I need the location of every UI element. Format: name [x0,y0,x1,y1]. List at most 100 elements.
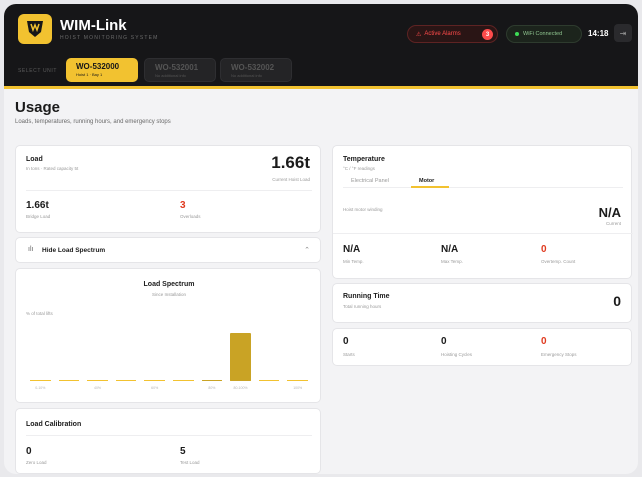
temperature-card: Temperature °C / °F readings Electrical … [332,145,633,279]
app-subtitle: HOIST MONITORING SYSTEM [60,35,159,41]
app-header: WIM-Link HOIST MONITORING SYSTEM ⚠ Activ… [4,4,638,86]
running-time-title: Running Time [343,293,390,300]
divider [333,233,633,234]
counters-card: 0 Starts 0 Hoisting Cycles 0 Emergency S… [332,328,632,366]
alarm-count-badge: 3 [482,29,493,40]
logout-button[interactable]: ⇥ [614,24,632,42]
divider [26,190,312,191]
load-card: Load In tons · Rated capacity 5t 1.66t C… [15,145,321,233]
overtemp-count-value: 0 [541,244,547,255]
test-load-label: Test Load [180,460,200,465]
chart-x-tick: 80-100% [233,386,248,390]
unit-tab-wo-532002[interactable]: WO-532002 No additional info [220,58,292,82]
alarm-label: Active Alarms [424,31,461,37]
running-time-card: Running Time Total running hours 0 [332,283,632,323]
starts-label: Starts [343,352,355,357]
page-title: Usage [15,99,61,116]
chart-bar [201,379,223,381]
load-spectrum-card: Load Spectrum Since Installation % of to… [15,268,321,403]
app-frame: WIM-Link HOIST MONITORING SYSTEM ⚠ Activ… [4,4,638,474]
current-load-value: 1.66t [271,153,310,172]
page-subtitle: Loads, temperatures, running hours, and … [15,119,171,125]
current-temp-value: N/A [598,205,621,220]
running-time-subtitle: Total running hours [343,304,382,309]
shield-logo-icon [27,21,43,37]
chart-bar-baseline [258,380,280,381]
emergency-stops-label: Emergency Stops [541,352,577,357]
chart-x-tick: 60% [151,386,159,390]
overloads-value: 3 [180,200,186,211]
min-temp-label: Min Temp. [343,259,364,264]
hoisting-cycles-value: 0 [441,336,447,347]
wifi-status: WiFi Connected [506,25,582,43]
temperature-subtitle: °C / °F readings [343,166,375,171]
bar-chart-icon: ılı [28,246,34,253]
max-temp-label: Max Temp. [441,259,463,264]
chart-bar-baseline [144,380,165,381]
chart-x-tick: 100% [293,386,303,390]
zero-load-value: 0 [26,446,32,457]
overtemp-count-label: Overtemp. Count [541,259,576,264]
chart-y-label: % of total lifts [26,311,53,316]
load-subtitle: In tons · Rated capacity 5t [26,166,79,171]
current-temp-label: Current [605,221,621,226]
zero-load-label: Zero Load [26,460,47,465]
chart-x-tick: 80% [208,386,216,390]
wifi-label: WiFi Connected [523,31,563,37]
load-calibration-card: Load Calibration 0 Zero Load 5 Test Load [15,408,321,474]
app-title: WIM-Link [60,17,127,34]
chart-x-tick: 0-10% [35,386,46,390]
max-temp-value: N/A [441,244,459,255]
chart-plot-area [26,319,312,381]
unit-tab-wo-532001[interactable]: WO-532001 No additional info [144,58,216,82]
unit-tab-wo-532000[interactable]: WO-532000 Hoist 1 · Bay 1 [66,58,138,82]
min-temp-value: N/A [343,244,361,255]
load-spectrum-toggle[interactable]: ılı Hide Load Spectrum ⌃ [15,237,321,263]
chart-bar-baseline [115,380,137,381]
logo [18,14,52,44]
chart-x-axis: 0-10% 40% 60% 80% 80-100% 100% [26,386,312,392]
active-tab-indicator [411,186,449,188]
motor-reading-label: Hoist motor winding [343,207,383,212]
chart-x-tick: 40% [93,386,102,390]
starts-value: 0 [343,336,349,347]
bridge-load-label: Bridge Load [26,214,51,219]
chart-bar-baseline [287,380,308,381]
clock: 14:18 [588,29,609,38]
tab-divider [343,187,623,188]
chart-bar [230,333,251,381]
chart-bar-baseline [173,380,194,381]
unit-tab-sub: No additional info [231,73,262,78]
chevron-up-icon: ⌃ [304,247,310,254]
test-load-value: 5 [180,446,186,457]
bridge-load-value: 1.66t [26,200,49,211]
header-accent-line [4,86,638,89]
tab-electrical-panel[interactable]: Electrical Panel [351,178,389,184]
select-unit-label: SELECT UNIT [18,68,58,74]
spectrum-title: Load Spectrum [143,281,195,288]
hoisting-cycles-label: Hoisting Cycles [441,352,473,357]
temperature-title: Temperature [343,156,385,163]
toggle-label: Hide Load Spectrum [42,247,106,254]
active-alarms-button[interactable]: ⚠ Active Alarms 3 [407,25,498,43]
chart-bar-baseline [58,380,80,381]
overloads-label: Overloads [180,214,201,219]
spectrum-subtitle: Since Installation [151,292,187,297]
current-load-label: Current Hoist Load [272,177,310,182]
load-title: Load [26,156,43,163]
unit-tab-sub: No additional info [155,73,186,78]
unit-tab-sub: Hoist 1 · Bay 1 [76,72,103,77]
calibration-title: Load Calibration [26,421,82,428]
unit-tab-name: WO-532001 [155,63,199,72]
tab-motor[interactable]: Motor [419,178,434,184]
unit-tab-name: WO-532002 [231,63,275,72]
running-time-value: 0 [613,293,621,309]
logout-icon: ⇥ [619,28,627,38]
emergency-stops-value: 0 [541,336,547,347]
chart-bar-baseline [30,380,51,381]
warning-icon: ⚠ [416,31,422,38]
divider [26,435,312,436]
wifi-status-dot-icon [515,32,519,36]
unit-tab-name: WO-532000 [76,62,120,71]
chart-bar-baseline [87,380,108,381]
